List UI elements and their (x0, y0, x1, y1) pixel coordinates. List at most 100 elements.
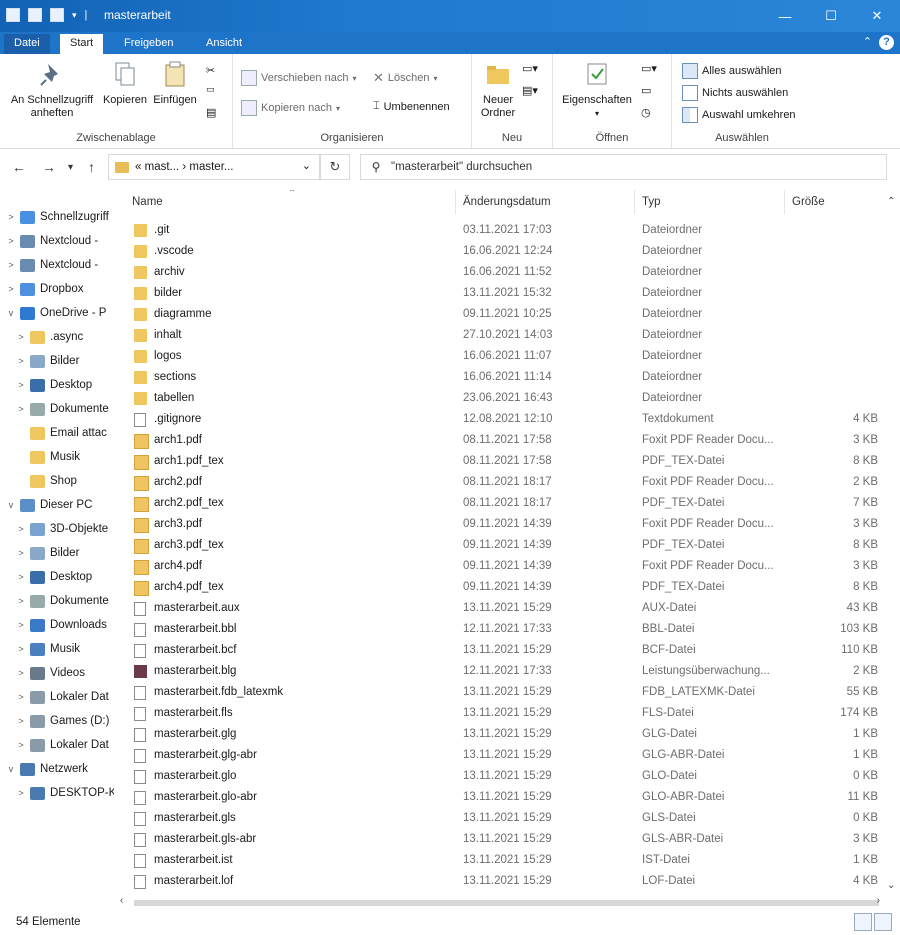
breadcrumb-overflow[interactable]: « (135, 161, 141, 173)
copy-path-icon[interactable]: ▭ (206, 84, 215, 95)
nav-item[interactable]: > Musik (16, 638, 80, 660)
nav-item[interactable]: > Lokaler Dat (16, 734, 109, 756)
table-row[interactable]: sections 16.06.2021 11:14 Dateiordner (114, 367, 874, 388)
expand-arrow-icon[interactable]: > (6, 236, 16, 246)
nav-item[interactable]: v Netzwerk (6, 758, 88, 780)
properties-button[interactable]: Eigenschaften ▾ (557, 60, 637, 120)
expand-arrow-icon[interactable]: > (16, 548, 26, 558)
nav-item[interactable]: > Downloads (16, 614, 107, 636)
expand-arrow-icon[interactable]: > (16, 524, 26, 534)
column-divider[interactable] (455, 190, 456, 214)
table-row[interactable]: diagramme 09.11.2021 10:25 Dateiordner (114, 304, 874, 325)
table-row[interactable]: masterarbeit.lof 13.11.2021 15:29 LOF-Date… (114, 871, 878, 892)
edit-icon[interactable]: ▭ (641, 84, 651, 97)
large-icons-view-icon[interactable] (874, 913, 892, 931)
nav-item[interactable]: > Schnellzugriff (6, 206, 109, 228)
nav-item[interactable]: Shop (16, 470, 77, 492)
address-dropdown-icon[interactable]: ⌄ (302, 159, 311, 172)
nav-item[interactable]: Musik (16, 446, 80, 468)
nav-item[interactable]: > Bilder (16, 542, 79, 564)
expand-arrow-icon[interactable]: > (16, 692, 26, 702)
table-row[interactable]: inhalt 27.10.2021 14:03 Dateiordner (114, 325, 874, 346)
copy-button[interactable]: Kopieren (100, 60, 150, 107)
table-row[interactable]: .gitignore 12.08.2021 12:10 Textdokument 4 … (114, 409, 878, 430)
nav-item[interactable]: > Dokumente (16, 590, 109, 612)
column-header-name[interactable]: Name (132, 196, 163, 208)
table-row[interactable]: masterarbeit.gls-abr 13.11.2021 15:29 GLS-… (114, 829, 878, 850)
new-item-icon[interactable]: ▭▾ (522, 62, 538, 75)
table-row[interactable]: tabellen 23.06.2021 16:43 Dateiordner (114, 388, 874, 409)
nav-item[interactable]: > Nextcloud - (6, 254, 98, 276)
expand-arrow-icon[interactable]: > (16, 620, 26, 630)
tab-freigeben[interactable]: Freigeben (114, 34, 184, 54)
table-row[interactable]: masterarbeit.glg 13.11.2021 15:29 GLG-Date… (114, 724, 878, 745)
table-row[interactable]: logos 16.06.2021 11:07 Dateiordner (114, 346, 874, 367)
nav-item[interactable]: v Dieser PC (6, 494, 92, 516)
nav-item[interactable]: v OneDrive - P (6, 302, 106, 324)
column-header-date[interactable]: Änderungsdatum (463, 196, 551, 208)
column-header-size[interactable]: Größe (792, 196, 825, 208)
easy-access-icon[interactable]: ▤▾ (522, 84, 538, 97)
table-row[interactable]: masterarbeit.ist 13.11.2021 15:29 IST-Date… (114, 850, 878, 871)
expand-arrow-icon[interactable]: > (16, 716, 26, 726)
table-row[interactable]: arch4.pdf 09.11.2021 14:39 Foxit PDF Reade… (114, 556, 878, 577)
breadcrumb-item[interactable]: master... (189, 161, 233, 173)
pin-quick-access-button[interactable]: An Schnellzugriff anheften (6, 60, 98, 120)
move-to-button[interactable]: Verschieben nach ▾ (241, 70, 356, 86)
recent-locations-icon[interactable]: ▾ (68, 162, 73, 173)
address-bar[interactable]: « mast... › master... ⌄ (108, 154, 320, 180)
scroll-left-icon[interactable]: ‹ (120, 895, 123, 906)
expand-arrow-icon[interactable]: > (6, 212, 16, 222)
collapse-arrow-icon[interactable]: v (6, 308, 16, 318)
scroll-thumb[interactable] (134, 900, 879, 906)
expand-arrow-icon[interactable]: > (16, 404, 26, 414)
vertical-scrollbar[interactable]: ⌃ ⌄ (883, 190, 900, 895)
tab-start[interactable]: Start (60, 34, 104, 54)
table-row[interactable]: .vscode 16.06.2021 12:24 Dateiordner (114, 241, 874, 262)
table-row[interactable]: arch1.pdf 08.11.2021 17:58 Foxit PDF Reade… (114, 430, 878, 451)
forward-arrow-icon[interactable]: → (42, 159, 56, 175)
table-row[interactable]: masterarbeit.blg 12.11.2021 17:33 Leistung… (114, 661, 878, 682)
table-row[interactable]: arch2.pdf 08.11.2021 18:17 Foxit PDF Reade… (114, 472, 878, 493)
select-all-button[interactable]: Alles auswählen (682, 63, 782, 79)
scroll-down-icon[interactable]: ⌄ (887, 880, 895, 891)
paste-button[interactable]: Einfügen (150, 60, 200, 107)
table-row[interactable]: masterarbeit.fdb_latexmk 13.11.2021 15:29… (114, 682, 878, 703)
refresh-button[interactable]: ↻ (320, 154, 350, 180)
breadcrumb-item[interactable]: mast... (145, 161, 180, 173)
invert-selection-button[interactable]: Auswahl umkehren (682, 107, 796, 123)
nav-item[interactable]: > Desktop (16, 374, 92, 396)
help-icon[interactable]: ? (879, 35, 894, 50)
table-row[interactable]: masterarbeit.bcf 13.11.2021 15:29 BCF-Date… (114, 640, 878, 661)
nav-item[interactable]: > Lokaler Dat (16, 686, 109, 708)
new-folder-button[interactable]: Neuer Ordner (476, 60, 520, 120)
expand-arrow-icon[interactable]: > (16, 740, 26, 750)
minimize-button[interactable]: — (762, 0, 808, 32)
nav-item[interactable]: > Bilder (16, 350, 79, 372)
scroll-right-icon[interactable]: › (877, 895, 880, 906)
column-divider[interactable] (634, 190, 635, 214)
nav-item[interactable]: > Videos (16, 662, 85, 684)
nav-item[interactable]: > .async (16, 326, 83, 348)
history-icon[interactable]: ◷ (641, 106, 651, 119)
expand-arrow-icon[interactable]: > (6, 284, 16, 294)
nav-item[interactable]: > Dokumente (16, 398, 109, 420)
tab-datei[interactable]: Datei (4, 34, 50, 54)
expand-arrow-icon[interactable]: > (16, 644, 26, 654)
new-folder-quick-icon[interactable] (50, 8, 64, 22)
table-row[interactable]: masterarbeit.gls 13.11.2021 15:29 GLS-Date… (114, 808, 878, 829)
table-row[interactable]: masterarbeit.glg-abr 13.11.2021 15:29 GLG-… (114, 745, 878, 766)
column-header-type[interactable]: Typ (642, 196, 661, 208)
table-row[interactable]: arch3.pdf_tex 09.11.2021 14:39 PDF_TEX-Dat… (114, 535, 878, 556)
select-none-button[interactable]: Nichts auswählen (682, 85, 788, 101)
table-row[interactable]: masterarbeit.fls 13.11.2021 15:29 FLS-Date… (114, 703, 878, 724)
delete-button[interactable]: ✕ Löschen ▾ (373, 70, 438, 86)
expand-arrow-icon[interactable]: > (16, 380, 26, 390)
search-input[interactable]: ⚲ "masterarbeit" durchsuchen (360, 154, 887, 180)
quick-access-dropdown-icon[interactable]: ▾ (72, 10, 77, 21)
table-row[interactable]: arch3.pdf 09.11.2021 14:39 Foxit PDF Reade… (114, 514, 878, 535)
scroll-up-icon[interactable]: ⌃ (887, 196, 895, 207)
table-row[interactable]: archiv 16.06.2021 11:52 Dateiordner (114, 262, 874, 283)
expand-arrow-icon[interactable]: > (6, 260, 16, 270)
collapse-arrow-icon[interactable]: v (6, 764, 16, 774)
